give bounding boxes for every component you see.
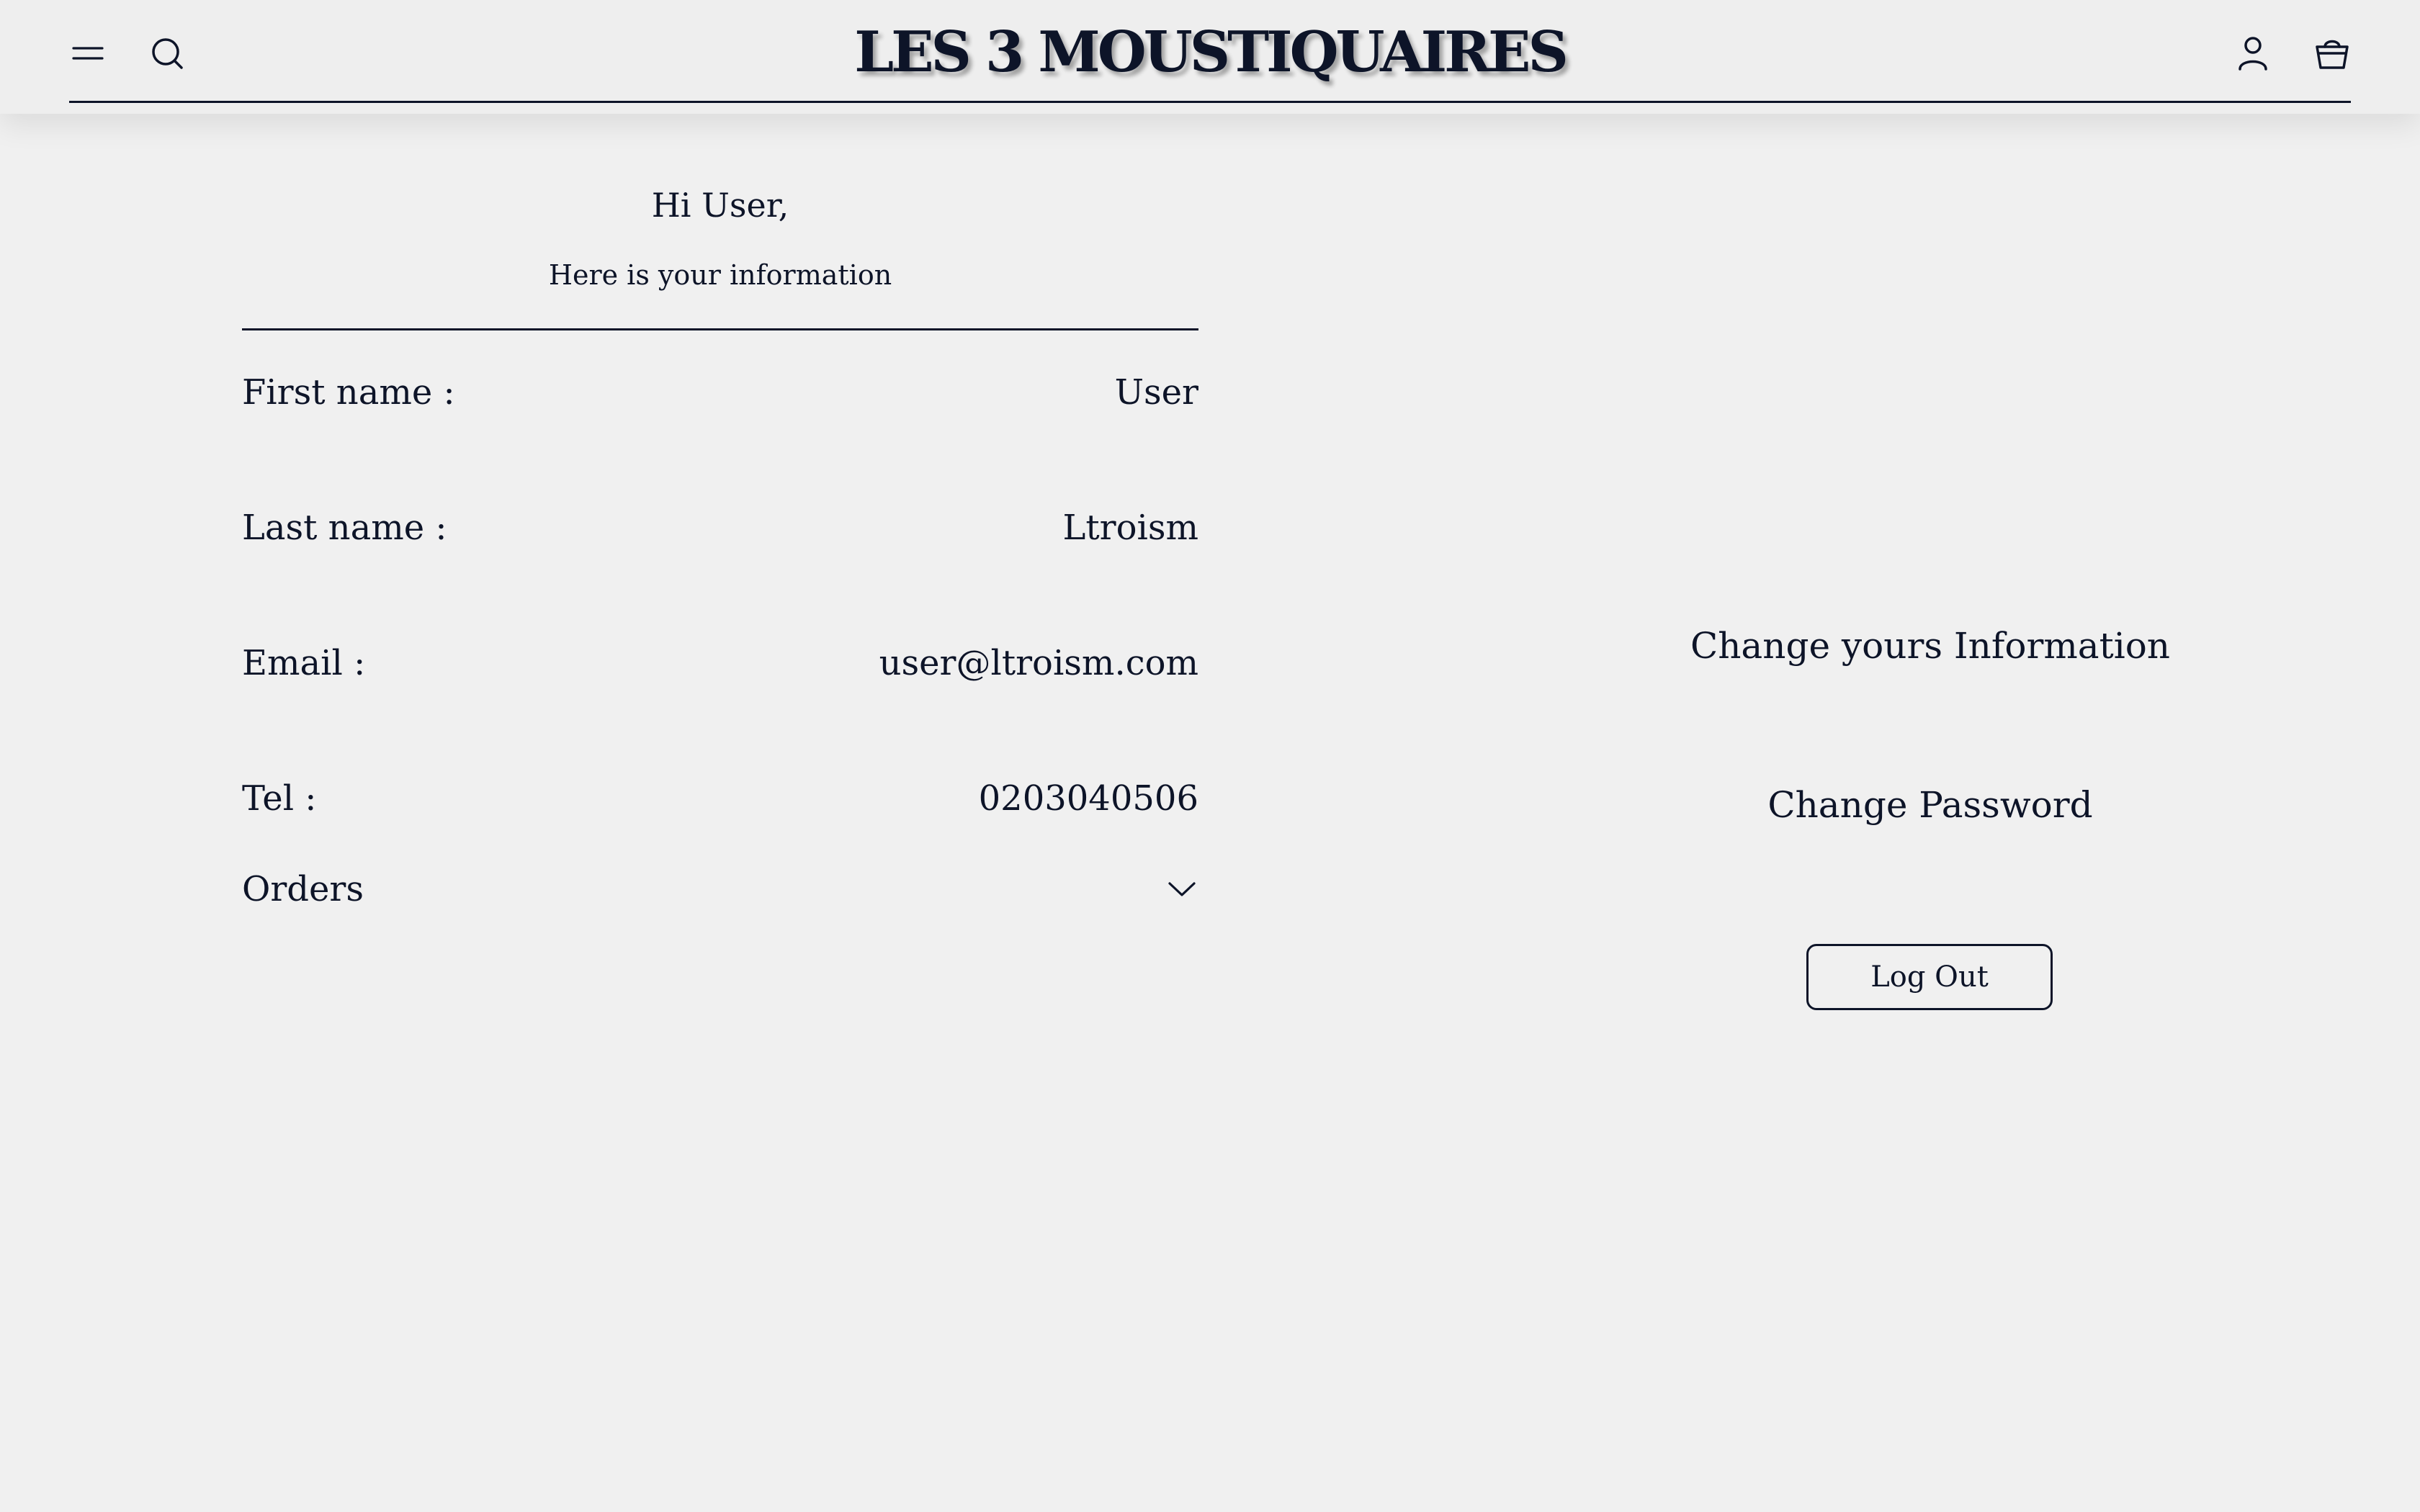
chevron-down-icon xyxy=(1165,873,1198,906)
logout-button[interactable]: Log Out xyxy=(1806,944,2053,1010)
orders-label: Orders xyxy=(242,869,364,909)
last-name-label: Last name : xyxy=(242,508,447,548)
user-info-panel: Hi User, Here is your information First … xyxy=(242,173,1198,912)
last-name-row: Last name : Ltroism xyxy=(242,505,1198,551)
tel-row: Tel : 0203040506 xyxy=(242,775,1198,822)
email-label: Email : xyxy=(242,643,366,683)
account-button[interactable] xyxy=(2230,30,2276,76)
first-name-label: First name : xyxy=(242,372,455,413)
info-subtitle: Here is your information xyxy=(548,259,892,291)
tel-label: Tel : xyxy=(242,778,317,819)
account-icon xyxy=(2238,37,2267,71)
header-divider xyxy=(69,101,2351,103)
first-name-row: First name : User xyxy=(242,369,1198,415)
last-name-value: Ltroism xyxy=(1062,508,1198,548)
info-divider xyxy=(242,328,1198,330)
cart-button[interactable] xyxy=(2309,30,2355,76)
change-password-link[interactable]: Change Password xyxy=(1606,780,2254,830)
basket-icon xyxy=(2316,40,2349,69)
logo-text[interactable]: LES 3 MOUSTIQUAIRES xyxy=(854,19,1569,85)
greeting: Hi User, xyxy=(651,186,789,225)
orders-toggle[interactable]: Orders xyxy=(242,866,1198,912)
change-information-link[interactable]: Change yours Information xyxy=(1606,621,2254,671)
email-row: Email : user@ltroism.com xyxy=(242,640,1198,686)
site-header: LES 3 MOUSTIQUAIRES xyxy=(0,0,2420,114)
email-value: user@ltroism.com xyxy=(879,643,1198,683)
tel-value: 0203040506 xyxy=(978,778,1198,819)
site-logo: LES 3 MOUSTIQUAIRES xyxy=(0,13,2420,92)
first-name-value: User xyxy=(1114,372,1198,413)
